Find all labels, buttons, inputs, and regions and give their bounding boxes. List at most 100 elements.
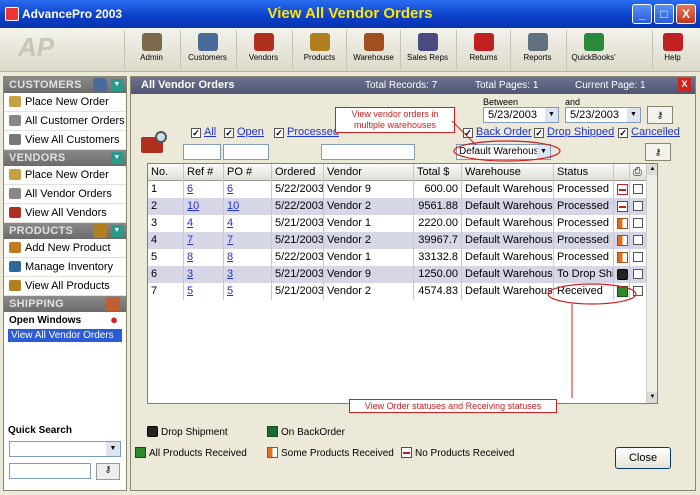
col-header-total[interactable]: Total $ <box>414 164 462 181</box>
vendor-filter-input[interactable] <box>321 144 415 160</box>
row-print-checkbox[interactable] <box>633 201 643 211</box>
quick-search-key-button[interactable]: ⚷ <box>96 463 120 480</box>
customers-section-header[interactable]: CUSTOMERS ▼ <box>4 77 126 93</box>
table-row[interactable]: 1 6 6 5/22/2003 Vendor 9 600.00 Default Wareho… <box>148 181 647 198</box>
po-link[interactable]: 5 <box>227 285 233 297</box>
ref-link[interactable]: 5 <box>187 285 193 297</box>
po-link[interactable]: 7 <box>227 234 233 246</box>
vendor-search-icon <box>141 129 171 157</box>
filter-back-order-checkbox[interactable]: ✓ Back Order <box>463 126 532 140</box>
sidebar-item-customer-place-new-order[interactable]: Place New Order <box>4 93 126 112</box>
warehouse-select[interactable]: Default Warehouse ▼ <box>456 144 551 160</box>
toolbar-reports-button[interactable]: Reports <box>510 30 564 70</box>
table-row[interactable]: 5 8 8 5/22/2003 Vendor 1 33132.8 Default Wareh… <box>148 249 647 266</box>
sidebar-item-all-vendor-orders[interactable]: All Vendor Orders <box>4 185 126 204</box>
row-print-checkbox[interactable] <box>633 218 643 228</box>
toolbar-products-button[interactable]: Products <box>292 30 346 70</box>
row-print-checkbox[interactable] <box>633 252 643 262</box>
sidebar-item-all-customer-orders[interactable]: All Customer Orders <box>4 112 126 131</box>
close-panel-icon[interactable]: X <box>678 78 691 91</box>
open-window-item[interactable]: View All Vendor Orders <box>8 329 122 342</box>
col-header-warehouse[interactable]: Warehouse <box>462 164 554 181</box>
pushpin-icon[interactable]: ● <box>110 312 118 327</box>
col-header-po[interactable]: PO # <box>224 164 272 181</box>
row-print-checkbox[interactable] <box>633 235 643 245</box>
date-search-button[interactable]: ⚷ <box>647 106 673 124</box>
sidebar-item-view-all-customers[interactable]: View All Customers <box>4 131 126 150</box>
scroll-down-icon[interactable]: ▼ <box>647 392 657 403</box>
date-from-select[interactable]: 5/23/2003 ▼ <box>483 107 559 123</box>
vendors-icon <box>253 33 274 51</box>
table-row[interactable]: 2 10 10 5/22/2003 Vendor 2 9561.88 Default War… <box>148 198 647 215</box>
table-row[interactable]: 3 4 4 5/21/2003 Vendor 1 2220.00 Default Wareh… <box>148 215 647 232</box>
table-row[interactable]: 6 3 3 5/21/2003 Vendor 9 1250.00 Default Wareh… <box>148 266 647 283</box>
chevron-down-icon: ▼ <box>106 442 120 456</box>
table-row[interactable]: 4 7 7 5/21/2003 Vendor 2 39967.7 Default Wareh… <box>148 232 647 249</box>
table-vertical-scrollbar[interactable]: ▲ ▼ <box>646 164 657 403</box>
ref-link[interactable]: 10 <box>187 200 199 212</box>
col-header-no[interactable]: No. <box>148 164 184 181</box>
col-header-print[interactable]: ⎙ <box>630 164 647 181</box>
chevron-down-icon[interactable]: ▼ <box>111 225 123 237</box>
ref-link[interactable]: 3 <box>187 268 193 280</box>
ref-link[interactable]: 8 <box>187 251 193 263</box>
sidebar-item-manage-inventory[interactable]: Manage Inventory <box>4 258 126 277</box>
shipping-section-header[interactable]: SHIPPING <box>4 296 126 312</box>
products-section-header[interactable]: PRODUCTS ▼ <box>4 223 126 239</box>
admin-icon <box>141 33 162 51</box>
po-link[interactable]: 3 <box>227 268 233 280</box>
shipping-section-icon <box>106 297 120 311</box>
filter-drop-shipped-checkbox[interactable]: ✓ Drop Shipped <box>534 126 614 140</box>
row-print-checkbox[interactable] <box>633 286 643 296</box>
ref-link[interactable]: 6 <box>187 183 193 195</box>
ref-link[interactable]: 7 <box>187 234 193 246</box>
chevron-down-icon[interactable]: ▼ <box>111 152 123 164</box>
po-link[interactable]: 6 <box>227 183 233 195</box>
table-row[interactable]: 7 5 5 5/21/2003 Vendor 2 4574.83 Default Wareh… <box>148 283 647 300</box>
chevron-down-icon: ▼ <box>627 108 640 122</box>
close-button[interactable]: Close <box>615 447 671 469</box>
toolbar-quickbooks-button[interactable]: QuickBooks' <box>566 30 620 70</box>
sidebar-item-view-all-vendors[interactable]: View All Vendors <box>4 204 126 223</box>
toolbar-returns-button[interactable]: Returns <box>456 30 510 70</box>
toolbar-customers-button[interactable]: Customers <box>180 30 234 70</box>
ref-filter-input[interactable] <box>183 144 221 160</box>
filter-search-button[interactable]: ⚷ <box>645 143 671 161</box>
col-header-status[interactable]: Status <box>554 164 614 181</box>
sidebar-item-view-all-products[interactable]: View All Products <box>4 277 126 296</box>
maximize-button[interactable]: □ <box>654 4 674 24</box>
row-print-checkbox[interactable] <box>633 184 643 194</box>
filter-processed-checkbox[interactable]: ✓ Processed <box>274 126 339 140</box>
close-window-button[interactable]: X <box>676 4 696 24</box>
minimize-button[interactable]: _ <box>632 4 652 24</box>
quick-search-input[interactable] <box>9 463 91 479</box>
toolbar-vendors-button[interactable]: Vendors <box>236 30 290 70</box>
cell-print-select <box>630 215 647 232</box>
ref-link[interactable]: 4 <box>187 217 193 229</box>
po-link[interactable]: 8 <box>227 251 233 263</box>
toolbar-warehouse-button[interactable]: Warehouse <box>346 30 400 70</box>
cell-status: Processed <box>554 198 614 215</box>
po-link[interactable]: 4 <box>227 217 233 229</box>
chevron-down-icon[interactable]: ▼ <box>111 79 123 91</box>
date-to-select[interactable]: 5/23/2003 ▼ <box>565 107 641 123</box>
sidebar-item-vendor-place-new-order[interactable]: Place New Order <box>4 166 126 185</box>
toolbar-sales-reps-button[interactable]: Sales Reps <box>400 30 454 70</box>
po-link[interactable]: 10 <box>227 200 239 212</box>
col-header-ref[interactable]: Ref # <box>184 164 224 181</box>
scroll-up-icon[interactable]: ▲ <box>647 164 657 175</box>
col-header-ordered[interactable]: Ordered <box>272 164 324 181</box>
quick-search-type-select[interactable]: ▼ <box>9 441 121 457</box>
row-print-checkbox[interactable] <box>633 269 643 279</box>
filter-all-checkbox[interactable]: ✓ All <box>191 126 216 140</box>
filter-cancelled-checkbox[interactable]: ✓ Cancelled <box>618 126 680 140</box>
col-header-vendor[interactable]: Vendor <box>324 164 414 181</box>
cell-ref: 4 <box>184 215 224 232</box>
sidebar-item-add-new-product[interactable]: Add New Product <box>4 239 126 258</box>
vendors-section-header[interactable]: VENDORS ▼ <box>4 150 126 166</box>
po-filter-input[interactable] <box>223 144 269 160</box>
filter-open-checkbox[interactable]: ✓ Open <box>224 126 264 140</box>
some-received-icon <box>617 252 628 263</box>
toolbar-help-button[interactable]: Help <box>652 30 692 70</box>
toolbar-admin-button[interactable]: Admin <box>124 30 178 70</box>
